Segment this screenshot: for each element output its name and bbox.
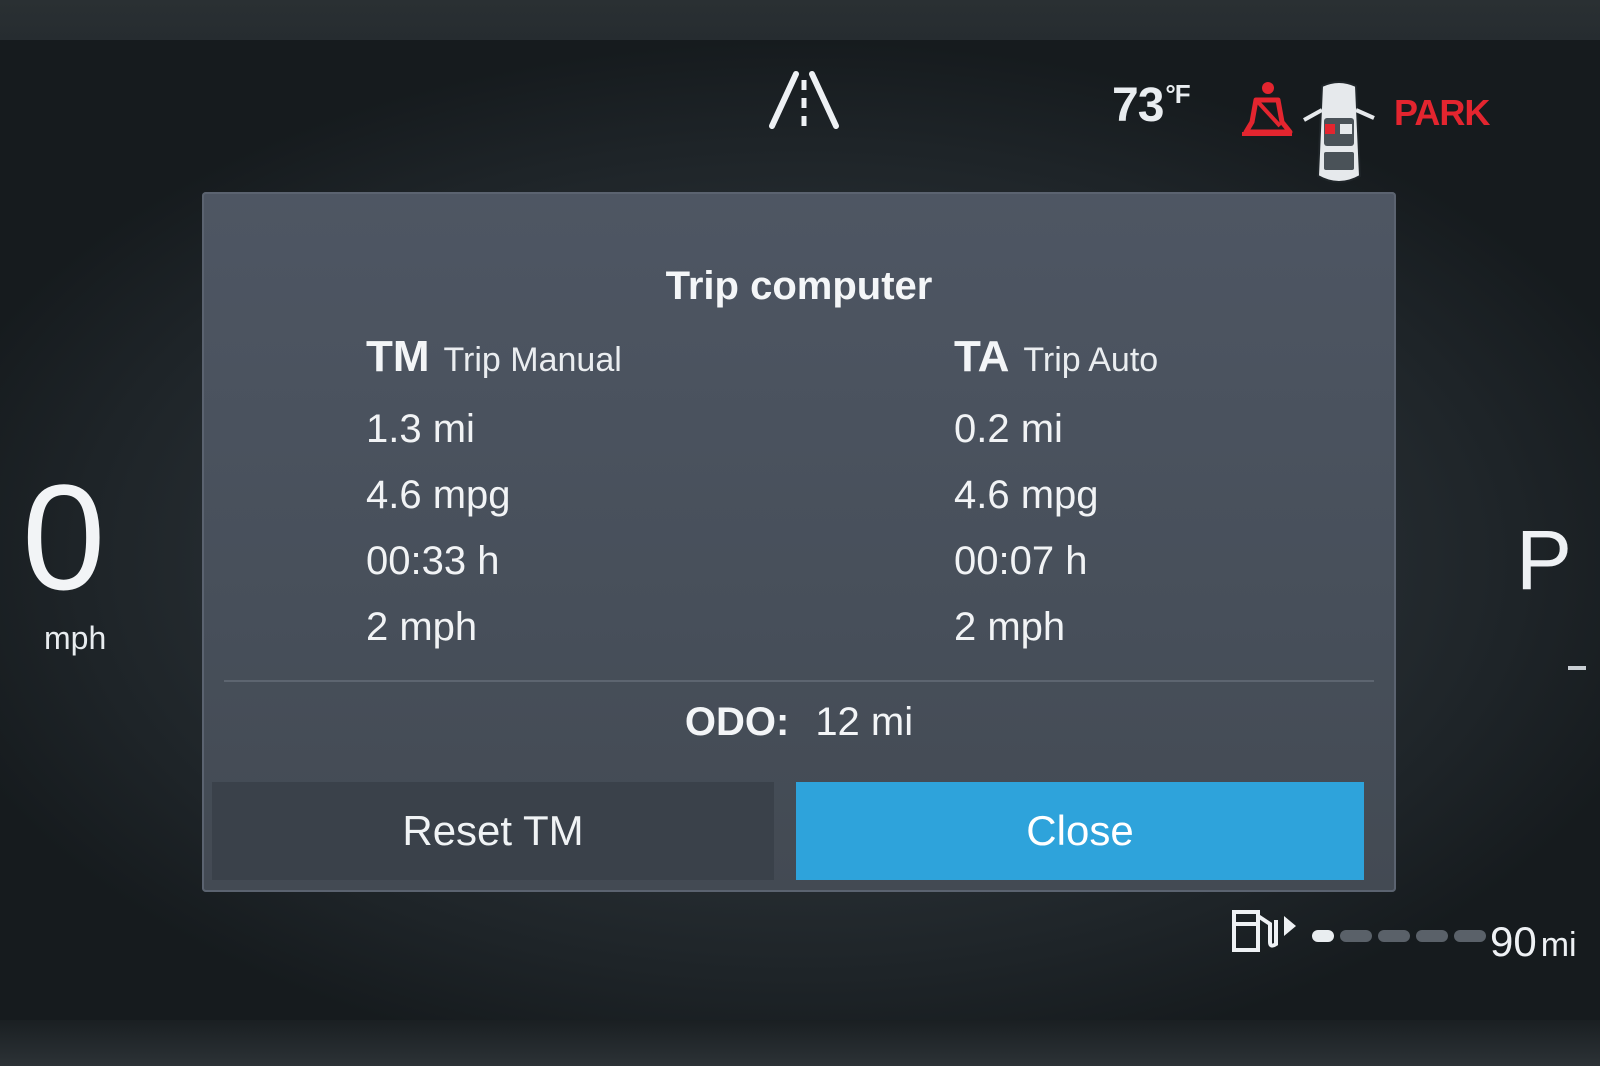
speed-unit: mph xyxy=(44,620,107,656)
trip-manual-avg-speed: 2 mph xyxy=(366,605,478,649)
trip-manual-distance: 1.3 mi xyxy=(366,407,475,451)
trip-auto-abbr: TA xyxy=(954,332,1010,381)
odometer: ODO: 12 mi xyxy=(202,700,1396,745)
fuel-range: 90 mi xyxy=(1490,918,1577,966)
lane-assist-icon xyxy=(769,71,839,129)
gear-indicator: P xyxy=(1516,513,1573,607)
trip-auto-avg-speed: 2 mph xyxy=(954,605,1066,649)
car-door-status-icon xyxy=(1303,81,1375,183)
outside-temperature: 73°F xyxy=(1112,78,1191,133)
fuel-pump-icon xyxy=(1232,910,1296,952)
close-button[interactable]: Close xyxy=(796,782,1364,880)
park-indicator: PARK xyxy=(1394,92,1490,133)
trip-manual-header: TM Trip Manual xyxy=(366,332,786,396)
trip-auto-distance: 0.2 mi xyxy=(954,407,1063,451)
trip-auto-economy: 4.6 mpg xyxy=(954,473,1099,517)
fuel-segment xyxy=(1340,930,1372,942)
dialog-divider xyxy=(224,680,1374,682)
trip-manual-economy: 4.6 mpg xyxy=(366,473,511,517)
odometer-label: ODO: xyxy=(684,700,790,744)
trip-auto-time: 00:07 h xyxy=(954,539,1088,583)
trip-manual-abbr: TM xyxy=(366,332,430,381)
trip-manual-name: Trip Manual xyxy=(443,341,622,379)
fuel-range-unit: mi xyxy=(1540,926,1577,964)
temperature-value: 73 xyxy=(1112,79,1164,132)
reset-tm-button[interactable]: Reset TM xyxy=(212,782,774,880)
fuel-segment xyxy=(1454,930,1486,942)
bottom-bezel xyxy=(0,1020,1600,1066)
fuel-segment xyxy=(1378,930,1410,942)
trip-computer-dialog: Trip computer TM Trip Manual 1.3 mi 4.6 m… xyxy=(202,192,1396,892)
fuel-segment xyxy=(1312,930,1334,942)
dialog-title: Trip computer xyxy=(665,264,933,308)
speed-value: 0 xyxy=(22,453,106,621)
trip-auto-header: TA Trip Auto xyxy=(954,332,1374,396)
fuel-segment xyxy=(1416,930,1448,942)
fuel-range-value: 90 xyxy=(1490,918,1537,965)
top-bezel xyxy=(0,0,1600,40)
gauge-tick xyxy=(1568,666,1586,670)
trip-manual-time: 00:33 h xyxy=(366,539,500,583)
temperature-unit: °F xyxy=(1165,79,1190,109)
seatbelt-warning-icon xyxy=(1242,82,1293,136)
trip-auto-name: Trip Auto xyxy=(1023,341,1159,379)
instrument-cluster: 73°F PARK 0 mph P Trip computer TM Trip M… xyxy=(0,0,1600,1066)
fuel-level-bar xyxy=(1312,930,1486,942)
odometer-value: 12 mi xyxy=(815,700,914,744)
trip-manual-column: TM Trip Manual 1.3 mi 4.6 mpg 00:33 h 2 m… xyxy=(366,332,786,660)
trip-auto-column: TA Trip Auto 0.2 mi 4.6 mpg 00:07 h 2 mph xyxy=(954,332,1374,660)
